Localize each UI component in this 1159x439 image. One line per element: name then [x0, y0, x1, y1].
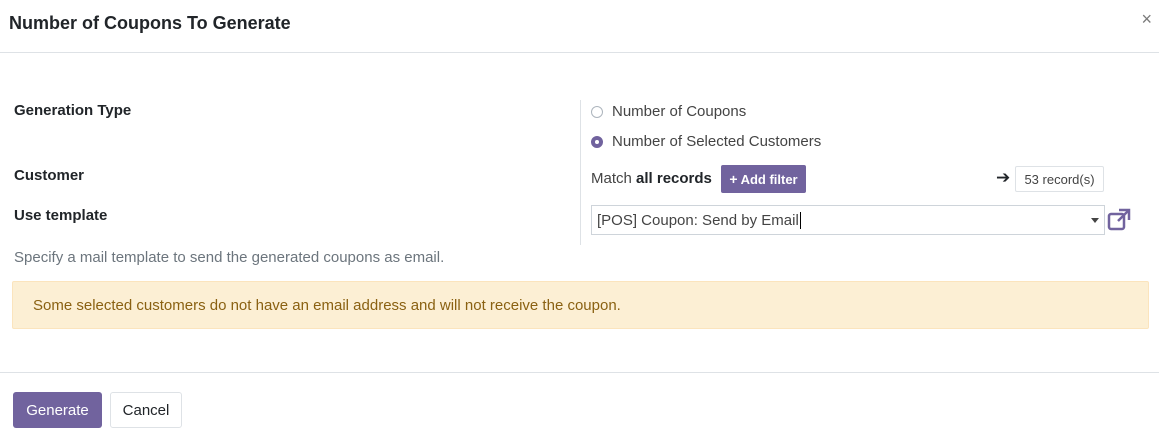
template-select-value: [POS] Coupon: Send by Email [597, 211, 801, 229]
radio-label: Number of Coupons [612, 103, 747, 120]
radio-checked-icon[interactable] [591, 135, 603, 148]
arrow-right-icon: ➔ [996, 168, 1011, 187]
radio-label: Number of Selected Customers [612, 133, 822, 150]
generate-button[interactable]: Generate [13, 392, 102, 428]
alert-text: Some selected customers do not have an e… [33, 296, 621, 314]
template-select[interactable]: [POS] Coupon: Send by Email [591, 205, 1105, 235]
cancel-button[interactable]: Cancel [110, 392, 182, 428]
warning-alert: Some selected customers do not have an e… [12, 281, 1149, 329]
generation-type-label: Generation Type [14, 102, 132, 119]
footer-divider [0, 372, 1159, 373]
template-help-text: Specify a mail template to send the gene… [14, 249, 445, 266]
use-template-label: Use template [14, 207, 108, 224]
close-icon[interactable]: × [1141, 10, 1152, 28]
external-link-icon[interactable] [1107, 207, 1132, 232]
records-count-button[interactable]: 53 record(s) [1015, 166, 1104, 192]
coupon-dialog: Number of Coupons To Generate × Generati… [0, 0, 1159, 439]
radio-number-of-selected-customers[interactable]: Number of Selected Customers [591, 133, 821, 150]
radio-unchecked-icon[interactable] [591, 105, 603, 118]
column-divider [580, 100, 581, 245]
radio-number-of-coupons[interactable]: Number of Coupons [591, 103, 746, 120]
add-filter-label: Add filter [740, 171, 798, 187]
customer-label: Customer [14, 167, 85, 184]
match-scope: all records [636, 170, 712, 187]
add-filter-button[interactable]: + Add filter [721, 165, 806, 193]
plus-icon: + [729, 171, 738, 187]
match-prefix: Match [591, 170, 632, 187]
dialog-header: Number of Coupons To Generate × [0, 0, 1159, 53]
dropdown-caret-icon[interactable] [1091, 218, 1099, 223]
domain-match-text: Match all records [591, 170, 712, 187]
dialog-title: Number of Coupons To Generate [9, 13, 291, 33]
